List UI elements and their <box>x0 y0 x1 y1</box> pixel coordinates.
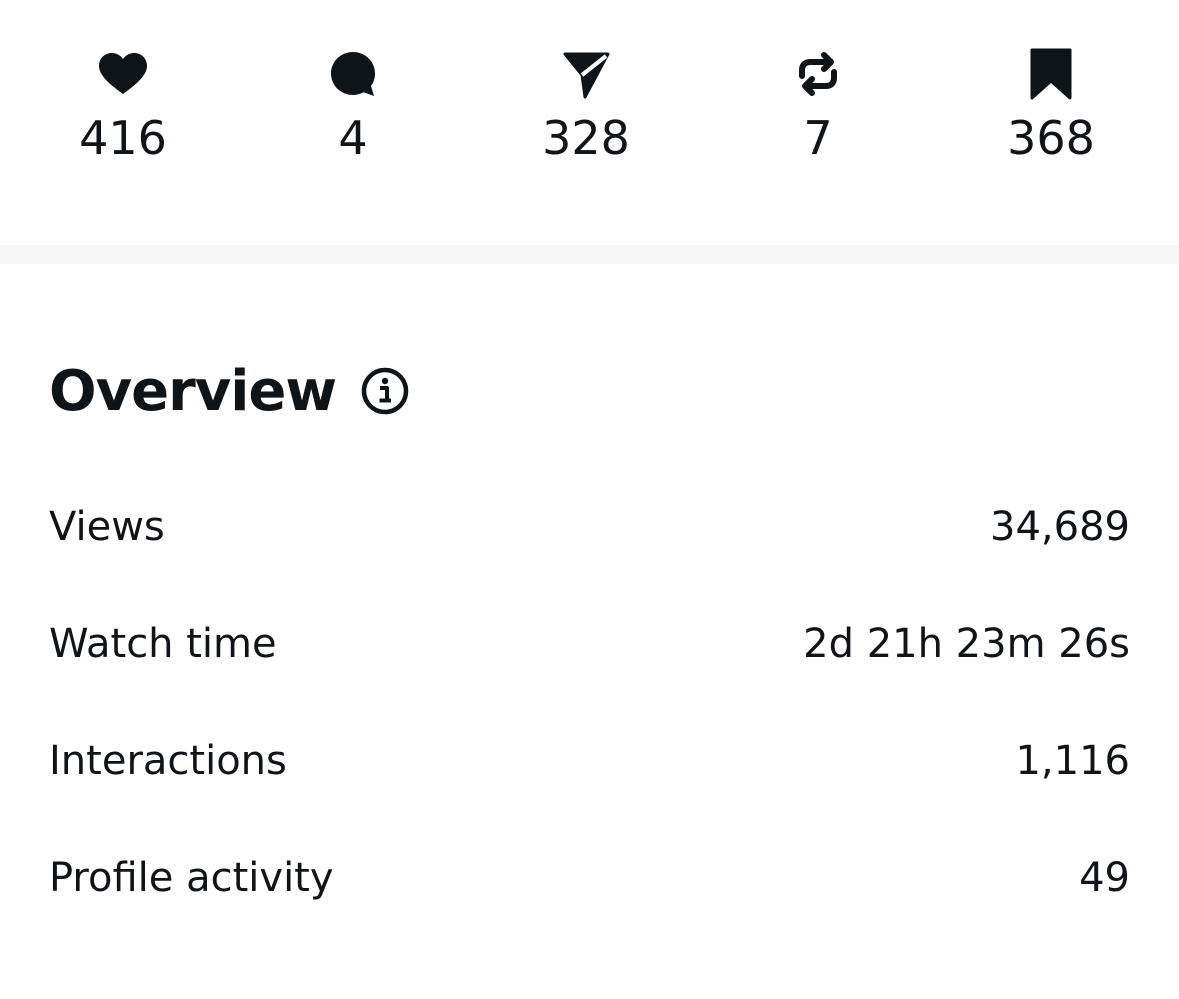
section-divider <box>0 245 1179 264</box>
comments-stat[interactable]: 4 <box>253 46 453 166</box>
reposts-count: 7 <box>803 111 833 165</box>
repost-icon <box>790 46 846 102</box>
likes-stat[interactable]: 416 <box>23 46 223 166</box>
engagement-stats-row: 416 4 328 7 368 <box>0 0 1179 245</box>
likes-count: 416 <box>79 111 167 165</box>
saves-stat[interactable]: 368 <box>951 46 1151 166</box>
share-icon <box>558 46 614 102</box>
info-icon[interactable] <box>360 366 410 416</box>
metric-label: Watch time <box>49 621 277 667</box>
metric-row-interactions[interactable]: Interactions 1,116 <box>49 731 1130 791</box>
reposts-stat[interactable]: 7 <box>718 46 918 166</box>
overview-header: Overview <box>49 358 410 424</box>
bookmark-icon <box>1023 46 1079 102</box>
shares-count: 328 <box>542 111 630 165</box>
heart-icon <box>95 46 151 102</box>
metric-value: 34,689 <box>990 504 1130 550</box>
metric-value: 2d 21h 23m 26s <box>803 621 1130 667</box>
metric-value: 49 <box>1079 855 1130 901</box>
saves-count: 368 <box>1007 111 1095 165</box>
metric-label: Interactions <box>49 738 287 784</box>
metric-value: 1,116 <box>1015 738 1130 784</box>
comments-count: 4 <box>338 111 368 165</box>
comment-icon <box>325 46 381 102</box>
metric-label: Profile activity <box>49 855 334 901</box>
shares-stat[interactable]: 328 <box>486 46 686 166</box>
overview-title: Overview <box>49 358 337 424</box>
metric-row-watch-time[interactable]: Watch time 2d 21h 23m 26s <box>49 614 1130 674</box>
metric-row-views[interactable]: Views 34,689 <box>49 497 1130 557</box>
metric-label: Views <box>49 504 165 550</box>
metric-row-profile-activity[interactable]: Profile activity 49 <box>49 848 1130 908</box>
